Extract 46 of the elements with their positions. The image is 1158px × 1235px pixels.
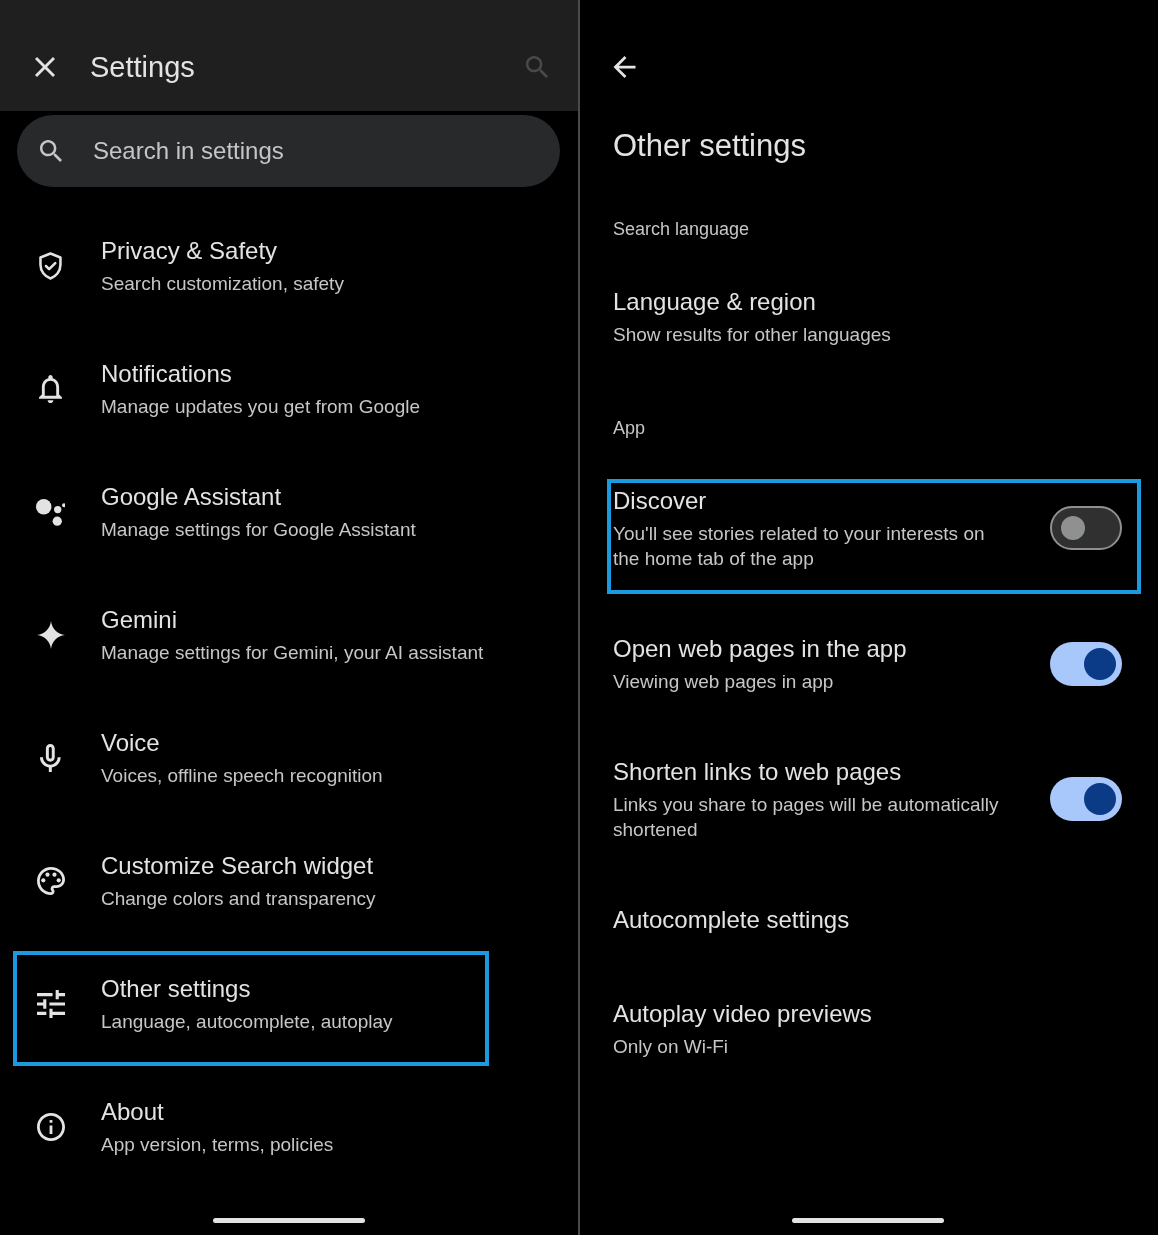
dots-icon [35, 497, 66, 526]
item-title[interactable]: Customize Search widget [101, 850, 376, 882]
info-icon [36, 1112, 65, 1141]
section-header: App [613, 417, 647, 440]
item-subtitle: Show results for other languages [613, 323, 892, 347]
toggle-switch[interactable] [1050, 641, 1122, 686]
item-title[interactable]: Shorten links to web pages [613, 756, 1008, 788]
item-subtitle: App version, terms, policies [101, 1133, 334, 1157]
back-arrow-icon[interactable] [613, 56, 636, 78]
item-title[interactable]: Privacy & Safety [101, 235, 344, 267]
item-title[interactable]: Gemini [101, 604, 484, 636]
item-subtitle: Search customization, safety [101, 272, 344, 296]
sparkle-icon [36, 620, 65, 649]
sliders-icon [36, 989, 65, 1018]
section-header: Search language [613, 218, 751, 241]
item-subtitle: You'll see stories related to your interests on the home tab of the app [613, 522, 986, 571]
toggle-switch[interactable] [1050, 777, 1122, 821]
search-field[interactable]: Search in settings [17, 115, 560, 187]
item-title[interactable]: Autoplay video previews [613, 998, 1008, 1030]
search-icon [40, 140, 62, 162]
palette-icon [36, 866, 65, 895]
bell-icon [39, 374, 62, 403]
screen-title: Settings [90, 50, 195, 85]
item-subtitle: Change colors and transparency [101, 887, 376, 911]
item-title[interactable]: Other settings [101, 973, 393, 1005]
item-subtitle: Manage updates you get from Google [101, 395, 420, 419]
item-subtitle: Links you share to pages will be automatically shortened [613, 793, 1000, 842]
item-title[interactable]: About [101, 1096, 334, 1128]
shield-check-icon [39, 251, 62, 280]
item-subtitle: Manage settings for Google Assistant [101, 518, 416, 542]
item-subtitle: Only on Wi-Fi [613, 1035, 730, 1059]
item-title[interactable]: Google Assistant [101, 481, 416, 513]
item-title[interactable]: Autocomplete settings [613, 904, 1008, 936]
page-title: Other settings [613, 127, 807, 165]
item-title[interactable]: Language & region [613, 286, 1008, 318]
item-subtitle: Viewing web pages in app [613, 670, 835, 694]
item-subtitle: Language, autocomplete, autoplay [101, 1010, 393, 1034]
microphone-icon [40, 743, 61, 772]
close-icon[interactable] [35, 57, 55, 77]
item-title[interactable]: Notifications [101, 358, 420, 390]
item-title[interactable]: Voice [101, 727, 383, 759]
toggle-switch[interactable] [1050, 506, 1122, 550]
item-subtitle: Voices, offline speech recognition [101, 764, 383, 788]
item-title[interactable]: Discover [613, 485, 1008, 517]
item-title[interactable]: Open web pages in the app [613, 633, 1008, 665]
item-subtitle: Manage settings for Gemini, your AI assistant [101, 641, 484, 665]
